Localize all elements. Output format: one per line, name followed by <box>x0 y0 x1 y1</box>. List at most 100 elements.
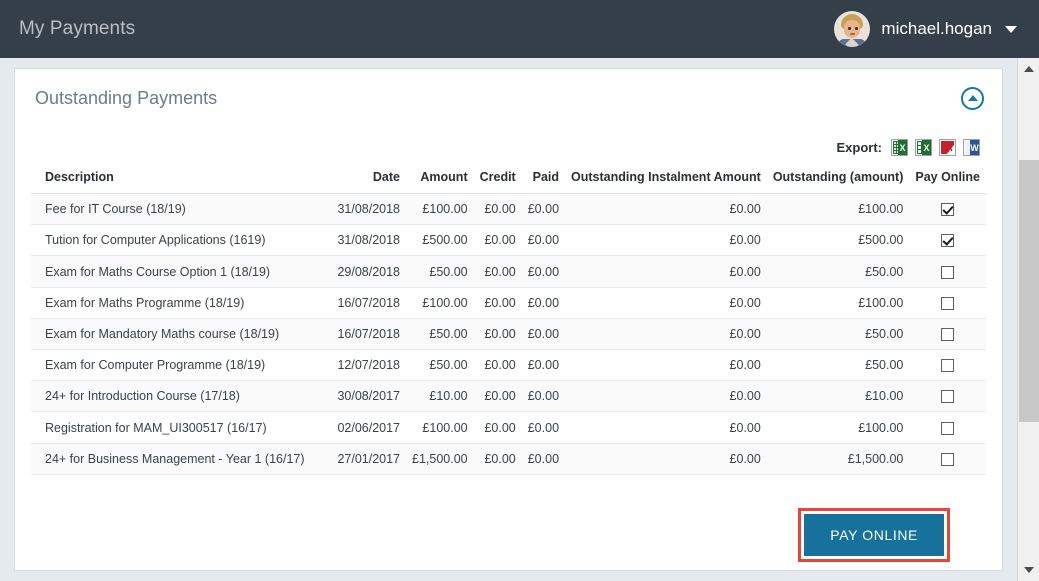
pdf-export-icon[interactable]: A <box>939 139 956 156</box>
table-cell-outstanding-instalment: £0.00 <box>565 349 767 382</box>
pay-online-checkbox[interactable] <box>941 452 955 466</box>
table-cell-pay-online <box>909 349 986 382</box>
chevron-up-circle-icon[interactable] <box>961 86 984 110</box>
table-row: Fee for IT Course (18/19) 31/08/2018 £100.… <box>31 193 986 226</box>
pay-online-checkbox[interactable] <box>941 328 955 342</box>
table-cell-description: Exam for Mandatory Maths course (18/19) <box>31 318 329 351</box>
table-cell-date: 16/07/2018 <box>328 318 406 351</box>
table-cell-credit: £0.00 <box>473 224 522 257</box>
card-actions: PAY ONLINE <box>15 475 1002 562</box>
pay-online-highlight: PAY ONLINE <box>798 507 950 562</box>
column-header-paid[interactable]: Paid <box>521 164 566 194</box>
table-cell-outstanding: £50.00 <box>766 255 910 288</box>
table-cell-description: Exam for Computer Programme (18/19) <box>31 349 329 382</box>
pay-online-button[interactable]: PAY ONLINE <box>804 513 944 556</box>
table-cell-pay-online <box>909 443 986 475</box>
column-header-outstanding-amount[interactable]: Outstanding (amount) <box>766 164 910 194</box>
table-head: Description Date Amount Credit Paid Outs… <box>31 164 986 194</box>
table-cell-credit: £0.00 <box>473 287 522 319</box>
scroll-up-arrow-icon[interactable] <box>1018 58 1039 80</box>
pay-online-checkbox[interactable] <box>941 421 955 435</box>
table-cell-date: 30/08/2017 <box>328 380 406 413</box>
column-header-amount[interactable]: Amount <box>406 164 474 194</box>
table-row: Exam for Maths Programme (18/19) 16/07/20… <box>31 287 986 319</box>
table-cell-date: 31/08/2018 <box>328 193 406 226</box>
table-cell-pay-online <box>909 411 986 444</box>
table-row: Tution for Computer Applications (1619) 3… <box>31 224 986 257</box>
table-cell-description: 24+ for Introduction Course (17/18) <box>31 380 329 413</box>
card-header: Outstanding Payments <box>15 69 1002 127</box>
table-cell-outstanding: £50.00 <box>766 349 910 382</box>
table-cell-outstanding: £50.00 <box>766 318 910 351</box>
table-cell-outstanding-instalment: £0.00 <box>565 443 767 475</box>
table-cell-paid: £0.00 <box>521 443 566 475</box>
table-cell-credit: £0.00 <box>473 411 522 444</box>
table-cell-paid: £0.00 <box>521 193 566 226</box>
column-header-description[interactable]: Description <box>31 164 329 194</box>
table-cell-amount: £1,500.00 <box>406 443 474 475</box>
user-menu[interactable]: michael.hogan <box>834 11 1039 47</box>
table-cell-outstanding-instalment: £0.00 <box>565 318 767 351</box>
pay-online-checkbox[interactable] <box>941 203 955 217</box>
top-header-bar: My Payments michael.hogan <box>0 0 1039 58</box>
excel-export-icon[interactable]: X <box>915 139 932 156</box>
table-cell-paid: £0.00 <box>521 380 566 413</box>
table-row: Registration for MAM_UI300517 (16/17) 02/… <box>31 411 986 444</box>
table-cell-date: 31/08/2018 <box>328 224 406 257</box>
table-cell-credit: £0.00 <box>473 193 522 226</box>
table-cell-amount: £10.00 <box>406 380 474 413</box>
table-cell-description: 24+ for Business Management - Year 1 (16… <box>31 443 329 475</box>
avatar <box>834 11 871 47</box>
pay-online-checkbox[interactable] <box>941 234 955 248</box>
table-row: Exam for Maths Course Option 1 (18/19) 29… <box>31 255 986 288</box>
export-toolbar: Export: X X A W <box>15 127 1002 164</box>
word-export-icon[interactable]: W <box>963 139 980 156</box>
scrollbar-thumb[interactable] <box>1019 160 1039 422</box>
table-cell-outstanding-instalment: £0.00 <box>565 411 767 444</box>
table-cell-outstanding: £10.00 <box>766 380 910 413</box>
table-cell-date: 27/01/2017 <box>328 443 406 475</box>
pay-online-checkbox[interactable] <box>941 359 955 373</box>
pay-online-checkbox[interactable] <box>941 265 955 279</box>
column-header-date[interactable]: Date <box>328 164 406 194</box>
column-header-outstanding-instalment-amount[interactable]: Outstanding Instalment Amount <box>565 164 767 194</box>
table-cell-date: 12/07/2018 <box>328 349 406 382</box>
table-cell-pay-online <box>909 224 986 257</box>
table-cell-amount: £50.00 <box>406 255 474 288</box>
table-cell-amount: £50.00 <box>406 318 474 351</box>
table-header-row: Description Date Amount Credit Paid Outs… <box>31 164 986 194</box>
outstanding-payments-card: Outstanding Payments Export: X X A W Des… <box>14 68 1003 571</box>
table-cell-outstanding-instalment: £0.00 <box>565 287 767 319</box>
scroll-down-arrow-icon[interactable] <box>1018 559 1039 581</box>
column-header-pay-online[interactable]: Pay Online <box>909 164 986 194</box>
table-cell-description: Exam for Maths Course Option 1 (18/19) <box>31 255 329 288</box>
page-body: Outstanding Payments Export: X X A W Des… <box>0 58 1017 581</box>
card-title: Outstanding Payments <box>35 87 218 108</box>
table-cell-outstanding-instalment: £0.00 <box>565 193 767 226</box>
table-row: 24+ for Introduction Course (17/18) 30/08… <box>31 380 986 413</box>
table-cell-paid: £0.00 <box>521 318 566 351</box>
table-cell-pay-online <box>909 318 986 351</box>
table-cell-pay-online <box>909 287 986 319</box>
table-cell-date: 16/07/2018 <box>328 287 406 319</box>
pay-online-checkbox[interactable] <box>941 296 955 310</box>
table-row: Exam for Computer Programme (18/19) 12/07… <box>31 349 986 382</box>
table-cell-amount: £100.00 <box>406 411 474 444</box>
table-cell-outstanding: £100.00 <box>766 193 910 226</box>
table-cell-credit: £0.00 <box>473 255 522 288</box>
vertical-scrollbar[interactable] <box>1017 58 1039 581</box>
table-cell-credit: £0.00 <box>473 349 522 382</box>
outstanding-payments-table: Description Date Amount Credit Paid Outs… <box>31 164 986 475</box>
table-cell-amount: £100.00 <box>406 287 474 319</box>
table-cell-outstanding-instalment: £0.00 <box>565 255 767 288</box>
table-cell-description: Exam for Maths Programme (18/19) <box>31 287 329 319</box>
table-cell-outstanding: £100.00 <box>766 287 910 319</box>
table-cell-amount: £100.00 <box>406 193 474 226</box>
page-title: My Payments <box>19 18 136 39</box>
table-cell-credit: £0.00 <box>473 318 522 351</box>
table-cell-paid: £0.00 <box>521 287 566 319</box>
column-header-credit[interactable]: Credit <box>473 164 522 194</box>
csv-export-icon[interactable]: X <box>891 139 908 156</box>
table-cell-description: Fee for IT Course (18/19) <box>31 193 329 226</box>
pay-online-checkbox[interactable] <box>941 390 955 404</box>
